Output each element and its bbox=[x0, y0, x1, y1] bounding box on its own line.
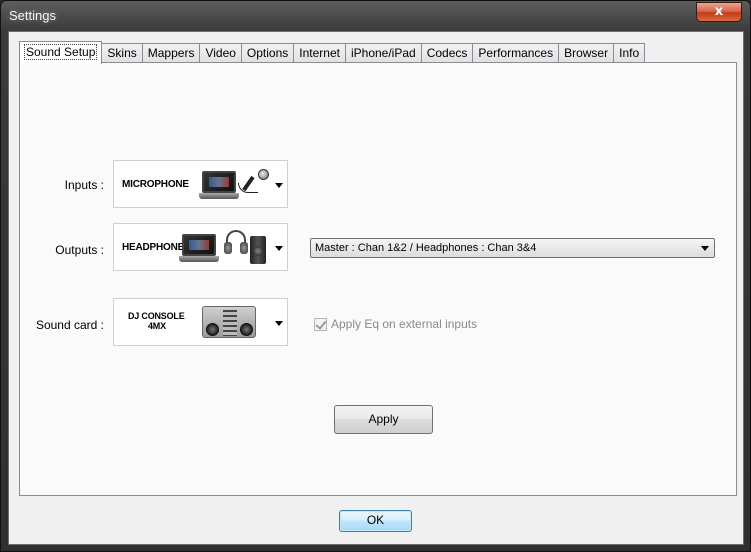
chevron-down-icon bbox=[701, 246, 709, 251]
output-routing-dropdown[interactable]: Master : Chan 1&2 / Headphones : Chan 3&… bbox=[310, 238, 715, 258]
speaker-icon bbox=[250, 236, 266, 264]
apply-eq-option: Apply Eq on external inputs bbox=[314, 317, 477, 331]
tab-mappers[interactable]: Mappers bbox=[142, 43, 201, 63]
tab-performances[interactable]: Performances bbox=[473, 43, 560, 63]
settings-window: Settings x Sound Setup Skins Mappers Vid… bbox=[0, 0, 751, 552]
dj-console-icon bbox=[202, 306, 256, 338]
chevron-down-icon[interactable] bbox=[275, 183, 283, 188]
apply-button[interactable]: Apply bbox=[334, 405, 433, 434]
sound-card-name: DJ CONSOLE bbox=[128, 311, 185, 321]
ok-button[interactable]: OK bbox=[339, 510, 412, 532]
outputs-device-name: HEADPHONES bbox=[122, 242, 191, 253]
output-routing-value: Master : Chan 1&2 / Headphones : Chan 3&… bbox=[315, 242, 537, 254]
dialog-client-area: Sound Setup Skins Mappers Video Options … bbox=[8, 31, 744, 545]
close-icon: x bbox=[714, 4, 724, 19]
outputs-device-selector[interactable]: HEADPHONES bbox=[113, 223, 288, 271]
apply-eq-label: Apply Eq on external inputs bbox=[331, 317, 478, 331]
sound-setup-panel: Inputs : MICROPHONE Outputs : HEADPHONES bbox=[19, 62, 737, 496]
sound-card-selector[interactable]: DJ CONSOLE 4MX bbox=[113, 298, 288, 346]
window-title: Settings bbox=[9, 8, 56, 23]
tab-sound-setup[interactable]: Sound Setup bbox=[19, 41, 103, 64]
tab-skins[interactable]: Skins bbox=[102, 43, 143, 63]
sound-card-model: 4MX bbox=[148, 321, 166, 331]
inputs-device-name: MICROPHONE bbox=[122, 179, 189, 190]
apply-eq-checkbox[interactable] bbox=[314, 317, 327, 331]
chevron-down-icon[interactable] bbox=[275, 321, 283, 326]
close-button[interactable]: x bbox=[696, 2, 742, 22]
headphones-icon bbox=[224, 230, 248, 256]
inputs-label: Inputs : bbox=[64, 178, 104, 192]
tab-iphone-ipad[interactable]: iPhone/iPad bbox=[345, 43, 422, 63]
tab-strip: Sound Setup Skins Mappers Video Options … bbox=[19, 41, 646, 64]
tab-internet[interactable]: Internet bbox=[294, 43, 346, 63]
inputs-device-selector[interactable]: MICROPHONE bbox=[113, 160, 288, 208]
chevron-down-icon[interactable] bbox=[275, 246, 283, 251]
tab-info[interactable]: Info bbox=[614, 43, 646, 63]
outputs-label: Outputs : bbox=[55, 243, 104, 257]
tab-codecs[interactable]: Codecs bbox=[421, 43, 474, 63]
sound-card-label: Sound card : bbox=[35, 318, 104, 332]
tab-browser[interactable]: Browser bbox=[559, 43, 615, 63]
title-bar[interactable]: Settings x bbox=[1, 1, 750, 31]
tab-video[interactable]: Video bbox=[200, 43, 242, 63]
tab-options[interactable]: Options bbox=[241, 43, 295, 63]
